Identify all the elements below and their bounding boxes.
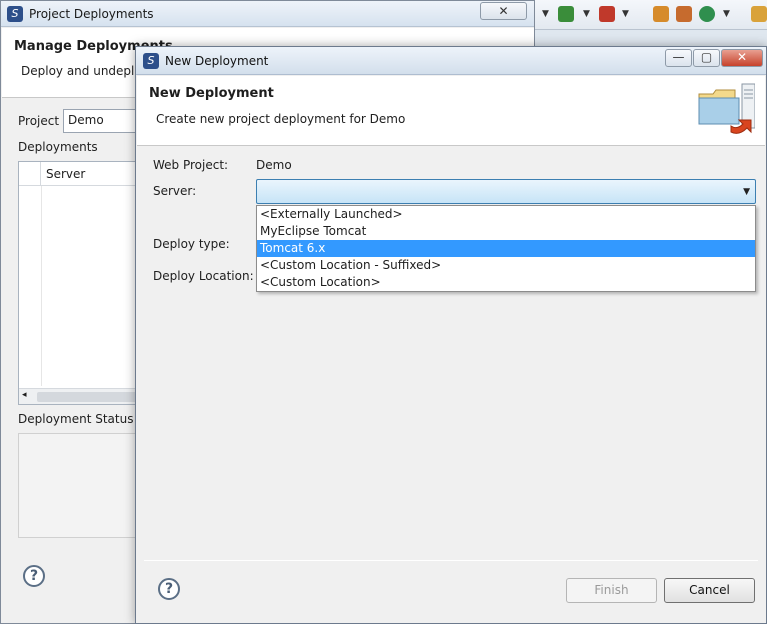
deployment-status-label: Deployment Status — [18, 412, 134, 426]
new-folder-icon[interactable] — [653, 6, 669, 22]
dropdown-option[interactable]: <Custom Location - Suffixed> — [257, 257, 755, 274]
deploy-type-label: Deploy type: — [153, 237, 230, 251]
server-dropdown-list[interactable]: <Externally Launched> MyEclipse Tomcat T… — [256, 205, 756, 292]
help-button[interactable]: ? — [23, 565, 45, 587]
maximize-button[interactable]: ▢ — [693, 49, 720, 67]
window-title: Project Deployments — [29, 7, 154, 21]
myeclipse-icon: S — [7, 6, 23, 22]
horizontal-scrollbar[interactable]: ◂ — [19, 388, 137, 404]
package-icon[interactable] — [676, 6, 692, 22]
scroll-left-icon[interactable]: ◂ — [22, 390, 27, 400]
button-separator — [144, 560, 758, 561]
myeclipse-icon: S — [143, 53, 159, 69]
dropdown-option-selected[interactable]: Tomcat 6.x — [257, 240, 755, 257]
dropdown-option[interactable]: <Externally Launched> — [257, 206, 755, 223]
project-value: Demo — [68, 113, 104, 127]
dropdown-option[interactable]: MyEclipse Tomcat — [257, 223, 755, 240]
title-bar: S New Deployment — ▢ ✕ — [136, 47, 766, 75]
web-project-label: Web Project: — [153, 158, 229, 172]
deployment-status-area — [18, 433, 138, 538]
table-header-cell — [19, 162, 41, 186]
dialog-title: New Deployment — [165, 54, 269, 68]
dropdown-arrow-icon[interactable]: ▼ — [542, 9, 549, 19]
dropdown-option[interactable]: <Custom Location> — [257, 274, 755, 291]
dropdown-arrow-icon[interactable]: ▼ — [622, 9, 629, 19]
dropdown-arrow-icon[interactable]: ▼ — [583, 9, 590, 19]
header-subtitle: Deploy and undeplo — [21, 64, 142, 78]
close-button[interactable]: ✕ — [480, 2, 527, 20]
help-button[interactable]: ? — [158, 578, 180, 600]
new-deployment-dialog: S New Deployment — ▢ ✕ New Deployment Cr… — [135, 46, 767, 624]
server-select[interactable]: ▼ — [256, 179, 756, 204]
column-divider — [41, 186, 42, 386]
chevron-down-icon[interactable]: ▼ — [743, 187, 750, 197]
server-column-header[interactable]: Server — [46, 167, 85, 181]
deploy-location-label: Deploy Location: — [153, 269, 254, 283]
scrollbar-thumb[interactable] — [37, 392, 137, 402]
table-header: Server — [19, 162, 137, 186]
run-server-icon[interactable] — [599, 6, 615, 22]
header-subtitle: Create new project deployment for Demo — [156, 112, 406, 126]
server-label: Server: — [153, 184, 197, 198]
open-folder-icon[interactable] — [751, 6, 767, 22]
debug-icon[interactable] — [558, 6, 574, 22]
project-select[interactable]: Demo — [63, 109, 143, 133]
ide-toolbar: ▼ ▼ ▼ ▼ — [534, 0, 767, 30]
title-bar: S Project Deployments ✕ — [1, 1, 534, 27]
project-label: Project — [18, 114, 60, 128]
finish-button[interactable]: Finish — [566, 578, 657, 603]
web-project-value: Demo — [256, 158, 292, 172]
deployments-label: Deployments — [18, 140, 98, 154]
wizard-header: New Deployment Create new project deploy… — [137, 76, 765, 146]
dropdown-arrow-icon[interactable]: ▼ — [723, 9, 730, 19]
deployments-table[interactable]: Server ◂ — [18, 161, 138, 405]
minimize-button[interactable]: — — [665, 49, 692, 67]
header-title: New Deployment — [149, 86, 274, 101]
deployment-wizard-icon — [698, 83, 755, 134]
close-button[interactable]: ✕ — [721, 49, 763, 67]
cancel-button[interactable]: Cancel — [664, 578, 755, 603]
refresh-icon[interactable] — [699, 6, 715, 22]
